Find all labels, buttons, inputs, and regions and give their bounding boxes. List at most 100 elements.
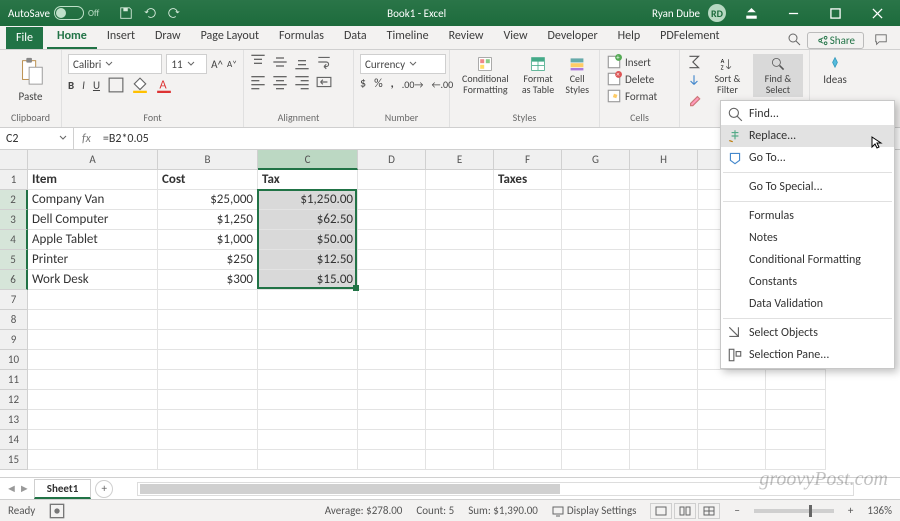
comments-icon[interactable]	[868, 31, 894, 49]
display-settings-button[interactable]: Display Settings	[552, 504, 637, 517]
row-header[interactable]: 9	[0, 330, 28, 350]
cell[interactable]: $1,250.00	[258, 190, 358, 210]
tab-developer[interactable]: Developer	[538, 25, 608, 49]
cell[interactable]	[358, 370, 426, 390]
menu-item-go-to[interactable]: Go To...	[721, 147, 894, 169]
cell[interactable]	[358, 290, 426, 310]
cell[interactable]	[158, 410, 258, 430]
cell[interactable]: Apple Tablet	[28, 230, 158, 250]
cell[interactable]	[28, 310, 158, 330]
cell[interactable]	[630, 370, 698, 390]
autosave-toggle[interactable]: AutoSave Off	[8, 6, 99, 20]
column-header[interactable]: H	[630, 150, 698, 170]
cell[interactable]	[426, 210, 494, 230]
cell[interactable]: Tax	[258, 170, 358, 190]
cell[interactable]	[630, 270, 698, 290]
cell[interactable]	[158, 390, 258, 410]
zoom-level[interactable]: 136%	[867, 504, 892, 517]
cell[interactable]	[158, 450, 258, 470]
ribbon-options-icon[interactable]	[734, 0, 768, 26]
cell[interactable]	[494, 270, 562, 290]
cell[interactable]	[494, 430, 562, 450]
cell[interactable]	[426, 330, 494, 350]
cell[interactable]	[562, 350, 630, 370]
cell[interactable]	[494, 230, 562, 250]
cell[interactable]	[562, 250, 630, 270]
ideas-button[interactable]: Ideas	[816, 54, 854, 88]
cell[interactable]	[426, 250, 494, 270]
cell[interactable]	[358, 430, 426, 450]
fill-icon[interactable]	[686, 73, 702, 89]
cell[interactable]	[562, 170, 630, 190]
cell[interactable]: Item	[28, 170, 158, 190]
cell[interactable]	[630, 250, 698, 270]
cell[interactable]	[258, 430, 358, 450]
cell[interactable]	[562, 210, 630, 230]
row-header[interactable]: 5	[0, 250, 28, 270]
menu-item-formulas[interactable]: Formulas	[721, 205, 894, 227]
number-format-combo[interactable]: Currency	[360, 54, 446, 74]
cell[interactable]	[426, 270, 494, 290]
clear-icon[interactable]	[686, 92, 702, 108]
grow-font-button[interactable]: A^	[211, 58, 223, 71]
cell[interactable]	[766, 430, 826, 450]
cell[interactable]	[426, 290, 494, 310]
column-header[interactable]: D	[358, 150, 426, 170]
cell[interactable]	[562, 330, 630, 350]
row-header[interactable]: 6	[0, 270, 28, 290]
cell[interactable]	[562, 190, 630, 210]
column-header[interactable]: G	[562, 150, 630, 170]
cell[interactable]	[28, 370, 158, 390]
sheet-nav-prev-icon[interactable]: ◄	[6, 482, 17, 495]
cell[interactable]	[158, 290, 258, 310]
cell[interactable]	[766, 410, 826, 430]
cell[interactable]	[630, 310, 698, 330]
tab-help[interactable]: Help	[608, 25, 651, 49]
cell[interactable]	[562, 270, 630, 290]
sort-filter-button[interactable]: AZSort & Filter	[704, 54, 751, 97]
tab-review[interactable]: Review	[439, 25, 494, 49]
column-header[interactable]: F	[494, 150, 562, 170]
increase-decimal-button[interactable]: .00→	[402, 78, 424, 91]
menu-item-selection-pane[interactable]: Selection Pane...	[721, 344, 894, 366]
zoom-out-button[interactable]: −	[734, 504, 739, 517]
cell[interactable]: $1,000	[158, 230, 258, 250]
cell[interactable]	[698, 430, 766, 450]
row-header[interactable]: 2	[0, 190, 28, 210]
cell[interactable]: $50.00	[258, 230, 358, 250]
cell[interactable]	[158, 370, 258, 390]
cell[interactable]	[158, 350, 258, 370]
row-header[interactable]: 1	[0, 170, 28, 190]
cell[interactable]	[28, 430, 158, 450]
percent-format-button[interactable]: %	[374, 77, 383, 91]
row-header[interactable]: 7	[0, 290, 28, 310]
cell[interactable]	[698, 390, 766, 410]
minimize-icon[interactable]	[776, 0, 810, 26]
menu-item-data-validation[interactable]: Data Validation	[721, 293, 894, 315]
normal-view-button[interactable]	[650, 503, 672, 519]
font-name-combo[interactable]: Calibri	[68, 54, 162, 74]
tab-file[interactable]: File	[6, 27, 43, 49]
cell[interactable]	[258, 450, 358, 470]
cell[interactable]: Dell Computer	[28, 210, 158, 230]
cell[interactable]	[426, 390, 494, 410]
row-header[interactable]: 12	[0, 390, 28, 410]
format-cells-button[interactable]: Format	[606, 88, 673, 104]
cell[interactable]	[698, 450, 766, 470]
autosum-icon[interactable]	[686, 54, 702, 70]
cell[interactable]	[494, 370, 562, 390]
row-header[interactable]: 13	[0, 410, 28, 430]
horizontal-scrollbar[interactable]	[137, 482, 854, 496]
tab-data[interactable]: Data	[334, 25, 377, 49]
menu-item-constants[interactable]: Constants	[721, 271, 894, 293]
cell[interactable]	[494, 410, 562, 430]
cell[interactable]	[258, 410, 358, 430]
tab-home[interactable]: Home	[47, 25, 97, 49]
cell[interactable]	[562, 390, 630, 410]
add-sheet-button[interactable]: +	[95, 480, 113, 498]
cell[interactable]	[494, 390, 562, 410]
cell[interactable]: Taxes	[494, 170, 562, 190]
cell[interactable]	[494, 350, 562, 370]
cell[interactable]	[426, 370, 494, 390]
cell[interactable]: $25,000	[158, 190, 258, 210]
